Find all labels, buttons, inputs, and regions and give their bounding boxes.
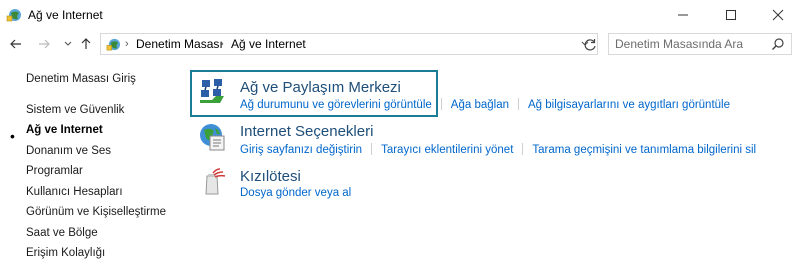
control-panel-icon (106, 38, 121, 51)
refresh-icon[interactable] (582, 37, 598, 53)
category-title[interactable]: Internet Seçenekleri (240, 123, 373, 140)
category-links: Giriş sayfanızı değiştirin Tarayıcı eklen… (240, 143, 756, 156)
back-button[interactable] (8, 36, 24, 52)
link-view-network-computers[interactable]: Ağ bilgisayarlarını ve aygıtları görüntü… (528, 99, 730, 111)
infrared-icon (205, 168, 226, 195)
close-button[interactable] (755, 0, 800, 30)
link-divider (522, 143, 524, 155)
maximize-button[interactable] (708, 0, 754, 30)
link-divider (440, 98, 442, 110)
link-change-home-page[interactable]: Giriş sayfanızı değiştirin (240, 144, 362, 156)
network-sharing-icon (200, 79, 224, 103)
search-icon (772, 38, 784, 50)
breadcrumb-item[interactable]: Denetim Masası (136, 37, 223, 51)
minimize-icon (678, 14, 688, 16)
up-arrow-icon (81, 38, 91, 49)
link-connect-to-network[interactable]: Ağa bağlan (451, 99, 509, 111)
minimize-button[interactable] (660, 0, 706, 30)
category-links: Dosya gönder veya al (240, 187, 351, 199)
control-panel-app-icon (6, 9, 21, 22)
forward-button[interactable] (36, 36, 52, 52)
window-title: Ağ ve Internet (28, 8, 103, 22)
breadcrumb-separator-icon: › (125, 38, 129, 50)
sidebar-item-control-panel-home[interactable]: Denetim Masası Giriş (26, 73, 136, 85)
sidebar-item-programs[interactable]: Programlar (26, 165, 83, 177)
category-title[interactable]: Kızılötesi (240, 168, 301, 185)
up-button[interactable] (78, 36, 94, 52)
category-title[interactable]: Ağ ve Paylaşım Merkezi (240, 79, 401, 96)
sidebar-item-user-accounts[interactable]: Kullanıcı Hesapları (26, 186, 123, 198)
breadcrumb-item[interactable]: Ağ ve Internet (231, 37, 306, 51)
active-item-bullet-icon: • (10, 128, 15, 144)
link-delete-browsing-history[interactable]: Tarama geçmişini ve tanımlama bilgilerin… (532, 144, 756, 156)
internet-options-icon (200, 124, 225, 151)
maximize-icon (726, 10, 736, 20)
sidebar-item-system-security[interactable]: Sistem ve Güvenlik (26, 104, 124, 116)
sidebar-item-network-internet[interactable]: Ağ ve Internet (26, 124, 103, 136)
forward-arrow-icon (39, 39, 50, 49)
search-input[interactable]: Denetim Masasında Ara (608, 33, 792, 55)
link-view-network-status[interactable]: Ağ durumunu ve görevlerini görüntüle (240, 99, 432, 111)
sidebar-item-hardware-sound[interactable]: Donanım ve Ses (26, 145, 111, 157)
sidebar-item-appearance[interactable]: Görünüm ve Kişiselleştirme (26, 206, 166, 218)
address-bar[interactable]: › Denetim Masası › Ağ ve Internet (100, 33, 598, 55)
chevron-down-icon (64, 41, 72, 46)
link-divider (371, 143, 373, 155)
category-links: Ağ durumunu ve görevlerini görüntüle Ağa … (240, 98, 730, 111)
sidebar-item-ease-of-access[interactable]: Erişim Kolaylığı (26, 247, 105, 259)
link-divider (518, 98, 519, 110)
link-send-receive-file[interactable]: Dosya gönder veya al (240, 187, 351, 199)
close-icon (772, 9, 784, 21)
link-manage-add-ons[interactable]: Tarayıcı eklentilerini yönet (381, 144, 513, 156)
back-arrow-icon (10, 39, 21, 49)
sidebar-item-clock-region[interactable]: Saat ve Bölge (26, 227, 98, 239)
search-placeholder: Denetim Masasında Ara (615, 37, 744, 51)
title-bar: Ağ ve Internet (0, 0, 800, 30)
breadcrumb-separator-icon[interactable]: › (220, 38, 224, 50)
recent-locations-button[interactable] (60, 36, 76, 52)
